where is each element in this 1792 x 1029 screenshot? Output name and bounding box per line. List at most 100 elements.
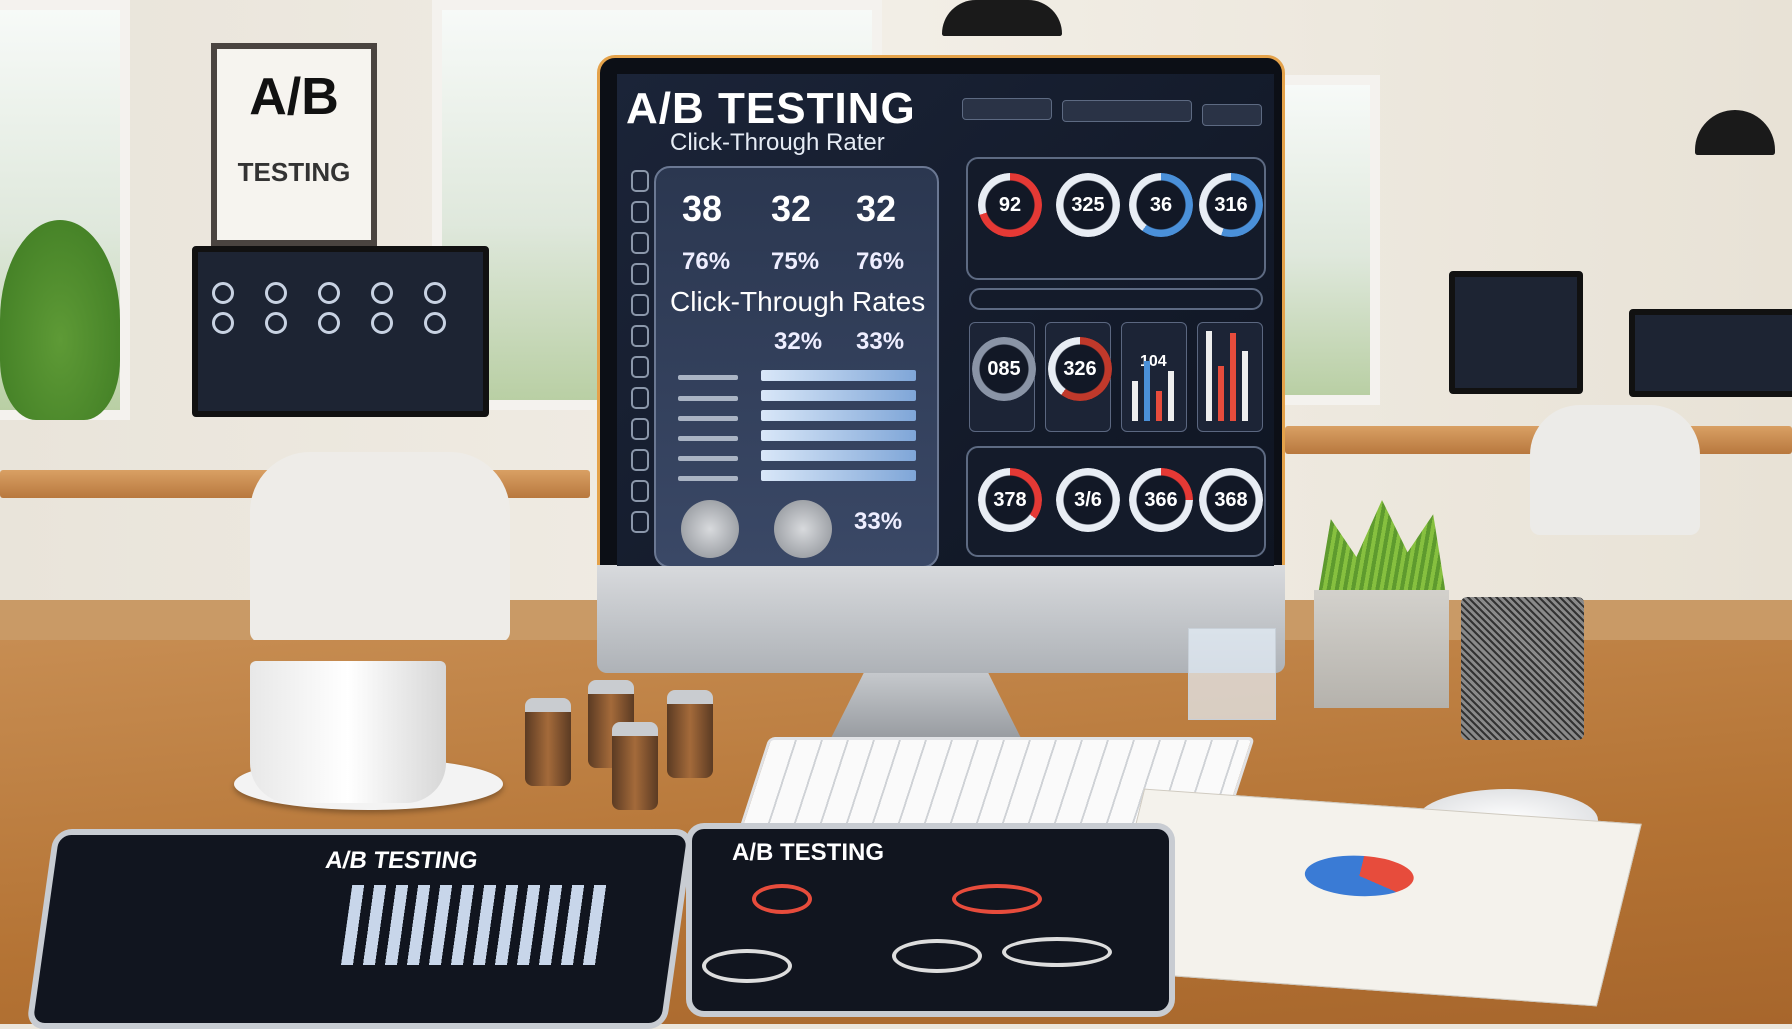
gauge: 316 [1199,173,1263,237]
header-tab[interactable] [1062,100,1192,122]
gauge-value: 3/6 [1074,488,1102,511]
tablet-middle: A/B TESTING [686,823,1175,1017]
bar [1168,371,1174,421]
nav-icon[interactable] [631,356,649,378]
shaker [525,698,571,786]
metric-value: 32 [856,188,897,229]
metric-value: 32 [771,188,812,229]
nav-icon[interactable] [631,387,649,409]
gauge-value: 325 [1071,193,1105,216]
knob-control[interactable] [774,500,832,558]
gauge: 085 [972,337,1036,401]
gauge: 36 [1129,173,1193,237]
plant-pot [1314,590,1449,708]
gauge: 326 [1048,337,1112,401]
gauge: 325 [1056,173,1120,237]
bar-label [678,436,738,441]
coffee-cup [250,661,446,803]
ctr-bar [761,470,916,481]
bar-label [678,476,738,481]
nav-icon[interactable] [631,263,649,285]
bar [1242,351,1248,421]
gauge-value: 085 [987,357,1021,380]
tablet-bar-chart [340,885,613,965]
nav-icon[interactable] [631,511,649,533]
office-chair [250,452,510,642]
glass-container [1188,628,1276,720]
notebook [1099,788,1642,1007]
nav-icon[interactable] [631,294,649,316]
gauge: 378 [978,468,1042,532]
bar-label [678,396,738,401]
nav-icon[interactable] [631,232,649,254]
bar [1206,331,1212,421]
dashboard-title: A/B TESTING [626,84,916,133]
nav-icon[interactable] [631,201,649,223]
bar [1132,381,1138,421]
shaker [612,722,658,810]
metric-percent: 76% [682,248,731,275]
pie-chart-drawing [1300,852,1419,900]
ctr-bar [761,450,916,461]
metric-percent: 76% [856,248,905,275]
pen-holder [1461,597,1584,740]
gauge: 368 [1199,468,1263,532]
tablet-gauge [952,884,1042,914]
section-title: Click-Through Rates [670,286,926,317]
gauge-value: 326 [1063,357,1097,380]
bar [1230,333,1236,421]
sidebar-icons [631,170,651,542]
bar [1156,391,1162,421]
ab-testing-poster: A/B TESTING [211,43,377,246]
background-monitor [1449,271,1583,394]
background-monitor [192,246,489,417]
gauge-panel-middle: 085 326 104 [969,314,1263,442]
filter-bar[interactable] [969,288,1263,310]
gauge-value: 36 [1149,193,1173,216]
ab-testing-dashboard: A/B TESTING Click-Through Rater 38 32 32… [617,74,1274,566]
tablet-gauge [1002,937,1112,967]
nav-icon[interactable] [631,170,649,192]
shaker [667,690,713,778]
dashboard-subtitle: Click-Through Rater [670,129,885,156]
header-tab[interactable] [962,98,1052,120]
nav-icon[interactable] [631,418,649,440]
plant-left [0,220,120,420]
office-chair [1530,405,1700,535]
column-value: 32% [774,328,823,355]
poster-subtitle: TESTING [237,157,351,187]
summary-value: 33% [854,508,903,535]
gauge-value: 366 [1144,488,1178,511]
gauge-value: 378 [993,488,1027,511]
ctr-bar [761,370,916,381]
pendant-lamp [942,0,1062,36]
tablet-gauge [702,949,792,983]
gauge-value: 92 [998,193,1022,216]
nav-icon[interactable] [631,449,649,471]
monitor-chin [597,565,1285,673]
bar [1218,366,1224,421]
gauge-value: 316 [1214,193,1248,216]
metric-percent: 75% [771,248,820,275]
poster-title: A/B [249,68,339,126]
column-value: 33% [856,328,905,355]
header-tab[interactable] [1202,104,1262,126]
background-monitor [1629,309,1792,397]
tablet-gauge [752,884,812,914]
nav-icon[interactable] [631,325,649,347]
gauge: 366 [1129,468,1193,532]
tablet-title: A/B TESTING [732,839,885,866]
knob-control[interactable] [681,500,739,558]
gauge-value: 368 [1214,488,1248,511]
tablet-left: A/B TESTING [25,829,695,1029]
ctr-bar [761,430,916,441]
gauge: 92 [978,173,1042,237]
ctr-panel: 38 32 32 76% 75% 76% Click-Through Rates… [654,166,939,566]
metric-value: 38 [682,188,723,229]
tablet-gauge [892,939,982,973]
gauge: 3/6 [1056,468,1120,532]
bar-label [678,375,738,380]
gauge-panel-bottom: 378 3/6 366 368 [966,446,1266,557]
nav-icon[interactable] [631,480,649,502]
ctr-bar [761,410,916,421]
